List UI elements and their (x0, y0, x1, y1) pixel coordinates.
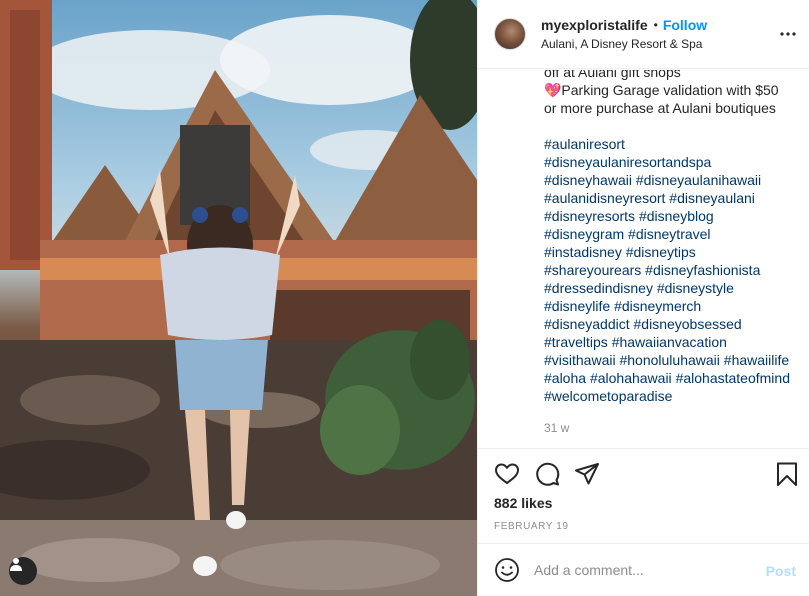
post-comment-button[interactable]: Post (766, 563, 796, 579)
caption-area[interactable]: off at Aulani gift shops 💖Parking Garage… (478, 70, 809, 448)
hashtag-link[interactable]: #disneyhawaii (544, 172, 632, 188)
hashtag-link[interactable]: #hawaiilife (724, 352, 789, 368)
person-icon (10, 558, 22, 571)
hashtag-link[interactable]: #shareyourears (544, 262, 641, 278)
hashtag-link[interactable]: #hawaiianvacation (612, 334, 727, 350)
hashtag-link[interactable]: #aulanidisneyresort (544, 190, 665, 206)
separator-dot: • (653, 18, 658, 32)
follow-button[interactable]: Follow (663, 17, 707, 33)
comment-input[interactable] (534, 562, 754, 578)
hashtag-line: #shareyourears #disneyfashionista (544, 261, 806, 279)
post-header-text: myexploristalife • Follow Aulani, A Disn… (541, 17, 707, 51)
hashtag-link[interactable]: #aulaniresort (544, 136, 625, 152)
username-link[interactable]: myexploristalife (541, 17, 648, 33)
hashtag-line: #disneyaulaniresortandspa (544, 153, 806, 171)
post-side-panel: myexploristalife • Follow Aulani, A Disn… (477, 0, 809, 596)
hashtag-line: #aulanidisneyresort #disneyaulani (544, 189, 806, 207)
hashtag-line: #visithawaii #honoluluhawaii #hawaiilife (544, 351, 806, 369)
hashtag-link[interactable]: #alohahawaii (590, 370, 672, 386)
hashtag-link[interactable]: #disneyfashionista (645, 262, 760, 278)
caption: off at Aulani gift shops 💖Parking Garage… (544, 70, 806, 405)
hashtag-line: #aulaniresort (544, 135, 806, 153)
hashtag-link[interactable]: #instadisney (544, 244, 622, 260)
caption-line: or more purchase at Aulani boutiques (544, 100, 776, 116)
hashtag-link[interactable]: #disneyaddict (544, 316, 630, 332)
caption-line: off at Aulani gift shops (544, 70, 681, 80)
hashtag-line: #aloha #alohahawaii #alohastateofmind (544, 369, 806, 387)
hashtag-link[interactable]: #disneytravel (628, 226, 711, 242)
post-time-ago[interactable]: 31 w (544, 421, 569, 435)
hashtag-line: #traveltips #hawaiianvacation (544, 333, 806, 351)
caption-line: 💖Parking Garage validation with $50 (544, 82, 779, 98)
comment-box: Post (478, 543, 809, 596)
hashtag-link[interactable]: #visithawaii (544, 352, 616, 368)
more-options-icon[interactable] (780, 26, 796, 42)
smiley-icon[interactable] (494, 557, 520, 583)
hashtag-line: #disneygram #disneytravel (544, 225, 806, 243)
hashtag-link[interactable]: #disneystyle (657, 280, 734, 296)
hashtag-link[interactable]: #disneyaulani (669, 190, 755, 206)
hashtag-line: #disneyhawaii #disneyaulanihawaii (544, 171, 806, 189)
action-bar: 882 likes FEBRUARY 19 (478, 448, 809, 543)
post-date: FEBRUARY 19 (494, 521, 569, 532)
tagged-users-button[interactable] (9, 557, 37, 585)
hashtag-link[interactable]: #disneyresorts (544, 208, 635, 224)
hashtag-link[interactable]: #aloha (544, 370, 586, 386)
post-header: myexploristalife • Follow Aulani, A Disn… (478, 0, 809, 69)
location-link[interactable]: Aulani, A Disney Resort & Spa (541, 37, 707, 51)
hashtag-link[interactable]: #dressedindisney (544, 280, 653, 296)
hashtag-link[interactable]: #disneytips (626, 244, 696, 260)
hashtag-link[interactable]: #alohastateofmind (676, 370, 790, 386)
heart-icon[interactable] (494, 461, 520, 487)
hashtag-line: #instadisney #disneytips (544, 243, 806, 261)
hashtag-link[interactable]: #disneyaulanihawaii (636, 172, 761, 188)
paper-plane-icon[interactable] (574, 461, 600, 487)
hashtag-link[interactable]: #disneyaulaniresortandspa (544, 154, 711, 170)
hashtag-line: #disneyaddict #disneyobsessed (544, 315, 806, 333)
hashtag-link[interactable]: #disneylife (544, 298, 610, 314)
hashtag-link[interactable]: #welcometoparadise (544, 388, 672, 404)
comment-icon[interactable] (534, 461, 560, 487)
hashtag-line: #disneylife #disneymerch (544, 297, 806, 315)
hashtag-line: #welcometoparadise (544, 387, 806, 405)
post-photo[interactable] (0, 0, 477, 596)
likes-count[interactable]: 882 likes (494, 495, 552, 511)
photo-illustration (0, 0, 477, 596)
hashtag-link[interactable]: #honoluluhawaii (619, 352, 719, 368)
hashtag-link[interactable]: #disneymerch (614, 298, 701, 314)
bookmark-icon[interactable] (774, 461, 800, 487)
hashtag-list: #aulaniresort #disneyaulaniresortandspa #d… (544, 135, 806, 405)
avatar[interactable] (494, 18, 526, 50)
hashtag-link[interactable]: #disneygram (544, 226, 624, 242)
hashtag-link[interactable]: #disneyblog (639, 208, 714, 224)
hashtag-line: #dressedindisney #disneystyle (544, 279, 806, 297)
hashtag-line: #disneyresorts #disneyblog (544, 207, 806, 225)
hashtag-link[interactable]: #disneyobsessed (634, 316, 742, 332)
hashtag-link[interactable]: #traveltips (544, 334, 608, 350)
